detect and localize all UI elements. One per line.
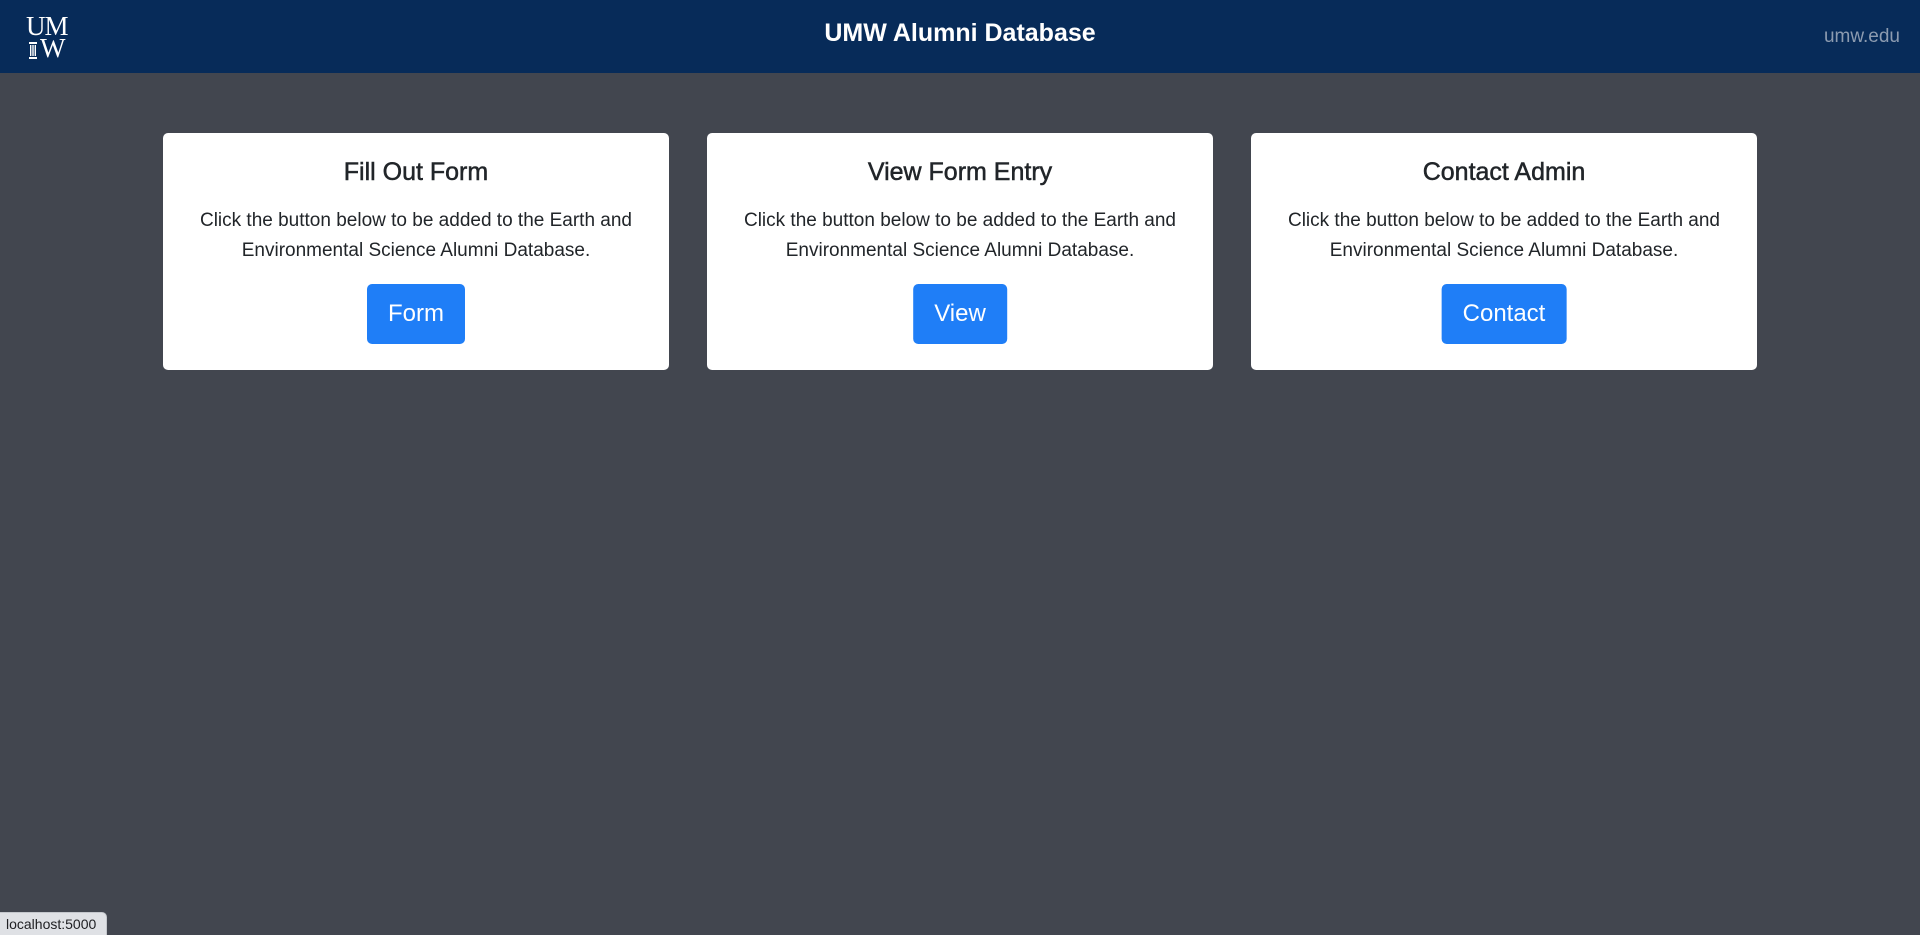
browser-status-bar: localhost:5000 <box>0 912 108 935</box>
card-description: Click the button below to be added to th… <box>199 210 633 261</box>
page-title: UMW Alumni Database <box>824 19 1096 47</box>
contact-button[interactable]: Contact <box>1441 284 1567 344</box>
card-description: Click the button below to be added to th… <box>743 210 1177 261</box>
card-contact-admin: Contact Admin Click the button below to … <box>1251 133 1757 370</box>
card-title: View Form Entry <box>867 158 1053 187</box>
card-description: Click the button below to be added to th… <box>1287 210 1721 261</box>
card-title: Fill Out Form <box>343 158 489 187</box>
navbar: UM W UMW Alumni Database umw.edu <box>0 0 1920 73</box>
card-view-form-entry: View Form Entry Click the button below t… <box>707 133 1213 370</box>
card-fill-out-form: Fill Out Form Click the button below to … <box>163 133 669 370</box>
card-title: Contact Admin <box>1422 158 1586 187</box>
card-row: Fill Out Form Click the button below to … <box>163 133 1757 370</box>
view-button[interactable]: View <box>913 284 1007 344</box>
umw-site-link[interactable]: umw.edu <box>1824 0 1900 73</box>
form-button[interactable]: Form <box>367 284 465 344</box>
